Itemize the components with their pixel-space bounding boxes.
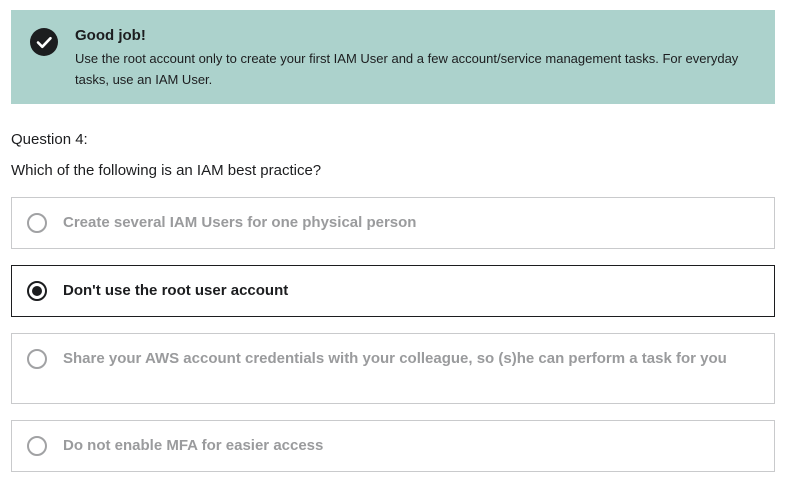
- radio-button[interactable]: [27, 213, 47, 233]
- radio-button[interactable]: [27, 349, 47, 369]
- question-number: Question 4:: [11, 131, 88, 148]
- feedback-title: Good job!: [75, 27, 146, 44]
- question-text: Which of the following is an IAM best pr…: [11, 162, 322, 179]
- answer-option-1[interactable]: Create several IAM Users for one physica…: [11, 197, 775, 249]
- radio-button[interactable]: [27, 436, 47, 456]
- checkmark-icon: [30, 28, 58, 56]
- answer-label: Create several IAM Users for one physica…: [63, 214, 417, 231]
- feedback-message: Use the root account only to create your…: [75, 51, 739, 87]
- answer-option-2[interactable]: Don't use the root user account: [11, 265, 775, 317]
- answer-label: Do not enable MFA for easier access: [63, 437, 324, 454]
- radio-button-selected[interactable]: [27, 281, 47, 301]
- answer-option-3[interactable]: Share your AWS account credentials with …: [11, 333, 775, 404]
- answer-label: Share your AWS account credentials with …: [63, 350, 727, 367]
- feedback-banner: Good job! Use the root account only to c…: [11, 10, 775, 104]
- answer-label: Don't use the root user account: [63, 282, 289, 299]
- answer-option-4[interactable]: Do not enable MFA for easier access: [11, 420, 775, 472]
